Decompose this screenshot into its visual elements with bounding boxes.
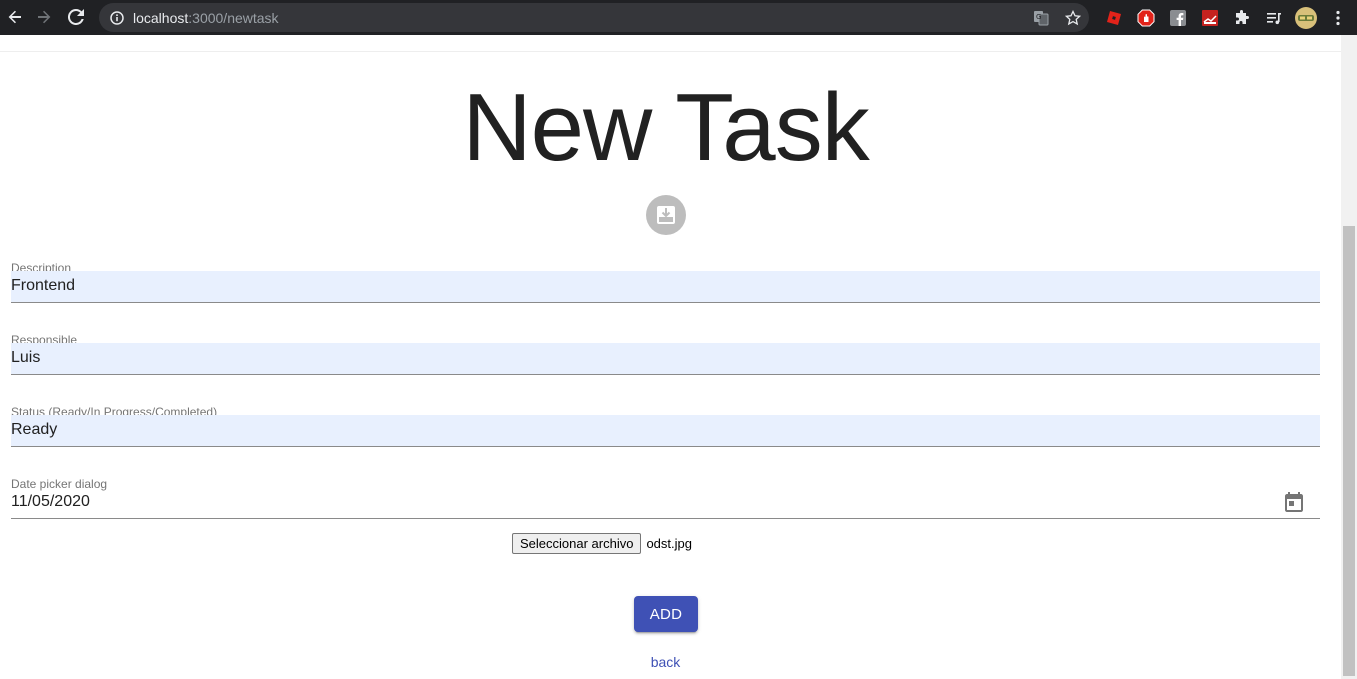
omnibox-actions: G bbox=[1033, 3, 1081, 32]
browser-toolbar: localhost:3000/newtask G bbox=[0, 0, 1357, 35]
date-input[interactable]: 11/05/2020 bbox=[11, 487, 1320, 519]
facebook-extension-icon bbox=[1170, 9, 1186, 26]
description-value: Frontend bbox=[11, 277, 76, 294]
responsible-input[interactable]: Luis bbox=[11, 343, 1320, 375]
vertical-scrollbar[interactable] bbox=[1341, 35, 1357, 679]
star-icon[interactable] bbox=[1065, 9, 1081, 26]
file-input: Seleccionar archivo odst.jpg bbox=[512, 533, 692, 554]
adblock-extension[interactable] bbox=[1130, 0, 1162, 35]
calendar-button[interactable] bbox=[1282, 490, 1306, 514]
svg-text:G: G bbox=[1036, 13, 1041, 21]
arrow-right-icon bbox=[38, 10, 51, 24]
date-value: 11/05/2020 bbox=[11, 493, 90, 510]
arrow-left-icon bbox=[8, 10, 21, 24]
back-link-text[interactable]: back bbox=[651, 654, 681, 670]
url-text[interactable]: localhost:3000/newtask bbox=[133, 10, 279, 26]
upload-image-button[interactable] bbox=[646, 195, 686, 235]
page-content: New Task Description Frontend Responsibl… bbox=[0, 35, 1341, 679]
status-value: Ready bbox=[11, 421, 58, 438]
selected-file-name: odst.jpg bbox=[646, 536, 692, 551]
app-bar-divider bbox=[0, 51, 1341, 52]
media-queue-icon bbox=[1267, 12, 1281, 24]
extensions-area bbox=[1098, 0, 1354, 35]
page-title: New Task bbox=[462, 74, 869, 181]
back-link: back bbox=[0, 654, 1331, 670]
extensions-menu[interactable] bbox=[1226, 0, 1258, 35]
description-input[interactable]: Frontend bbox=[11, 271, 1320, 303]
site-info-button[interactable] bbox=[109, 10, 125, 26]
address-bar[interactable]: localhost:3000/newtask G bbox=[99, 3, 1089, 32]
roblox-extension[interactable] bbox=[1098, 0, 1130, 35]
roblox-extension-icon bbox=[1107, 10, 1121, 25]
chrome-menu-button[interactable] bbox=[1322, 0, 1354, 35]
chart-extension[interactable] bbox=[1194, 0, 1226, 35]
reload-button[interactable] bbox=[61, 2, 91, 32]
status-input[interactable]: Ready bbox=[11, 415, 1320, 447]
profile-button[interactable] bbox=[1290, 0, 1322, 35]
adblock-extension-icon bbox=[1137, 9, 1155, 26]
add-button[interactable]: ADD bbox=[634, 596, 698, 632]
puzzle-icon bbox=[1236, 9, 1249, 24]
translate-icon[interactable]: G bbox=[1033, 10, 1049, 26]
info-icon bbox=[110, 10, 124, 25]
chart-extension-icon bbox=[1202, 9, 1218, 26]
profile-avatar-icon bbox=[1295, 6, 1317, 29]
facebook-extension[interactable] bbox=[1162, 0, 1194, 35]
back-button[interactable] bbox=[0, 2, 30, 32]
reload-icon bbox=[68, 9, 84, 25]
upload-image-icon bbox=[657, 206, 675, 224]
media-queue-button[interactable] bbox=[1258, 0, 1290, 35]
choose-file-button[interactable]: Seleccionar archivo bbox=[512, 533, 642, 554]
url-path: :3000/newtask bbox=[188, 9, 279, 26]
scrollbar-thumb[interactable] bbox=[1343, 226, 1355, 676]
calendar-icon bbox=[1285, 492, 1303, 512]
more-menu-icon bbox=[1336, 10, 1340, 25]
responsible-value: Luis bbox=[11, 349, 41, 366]
forward-button[interactable] bbox=[29, 2, 59, 32]
url-host: localhost bbox=[133, 9, 189, 26]
